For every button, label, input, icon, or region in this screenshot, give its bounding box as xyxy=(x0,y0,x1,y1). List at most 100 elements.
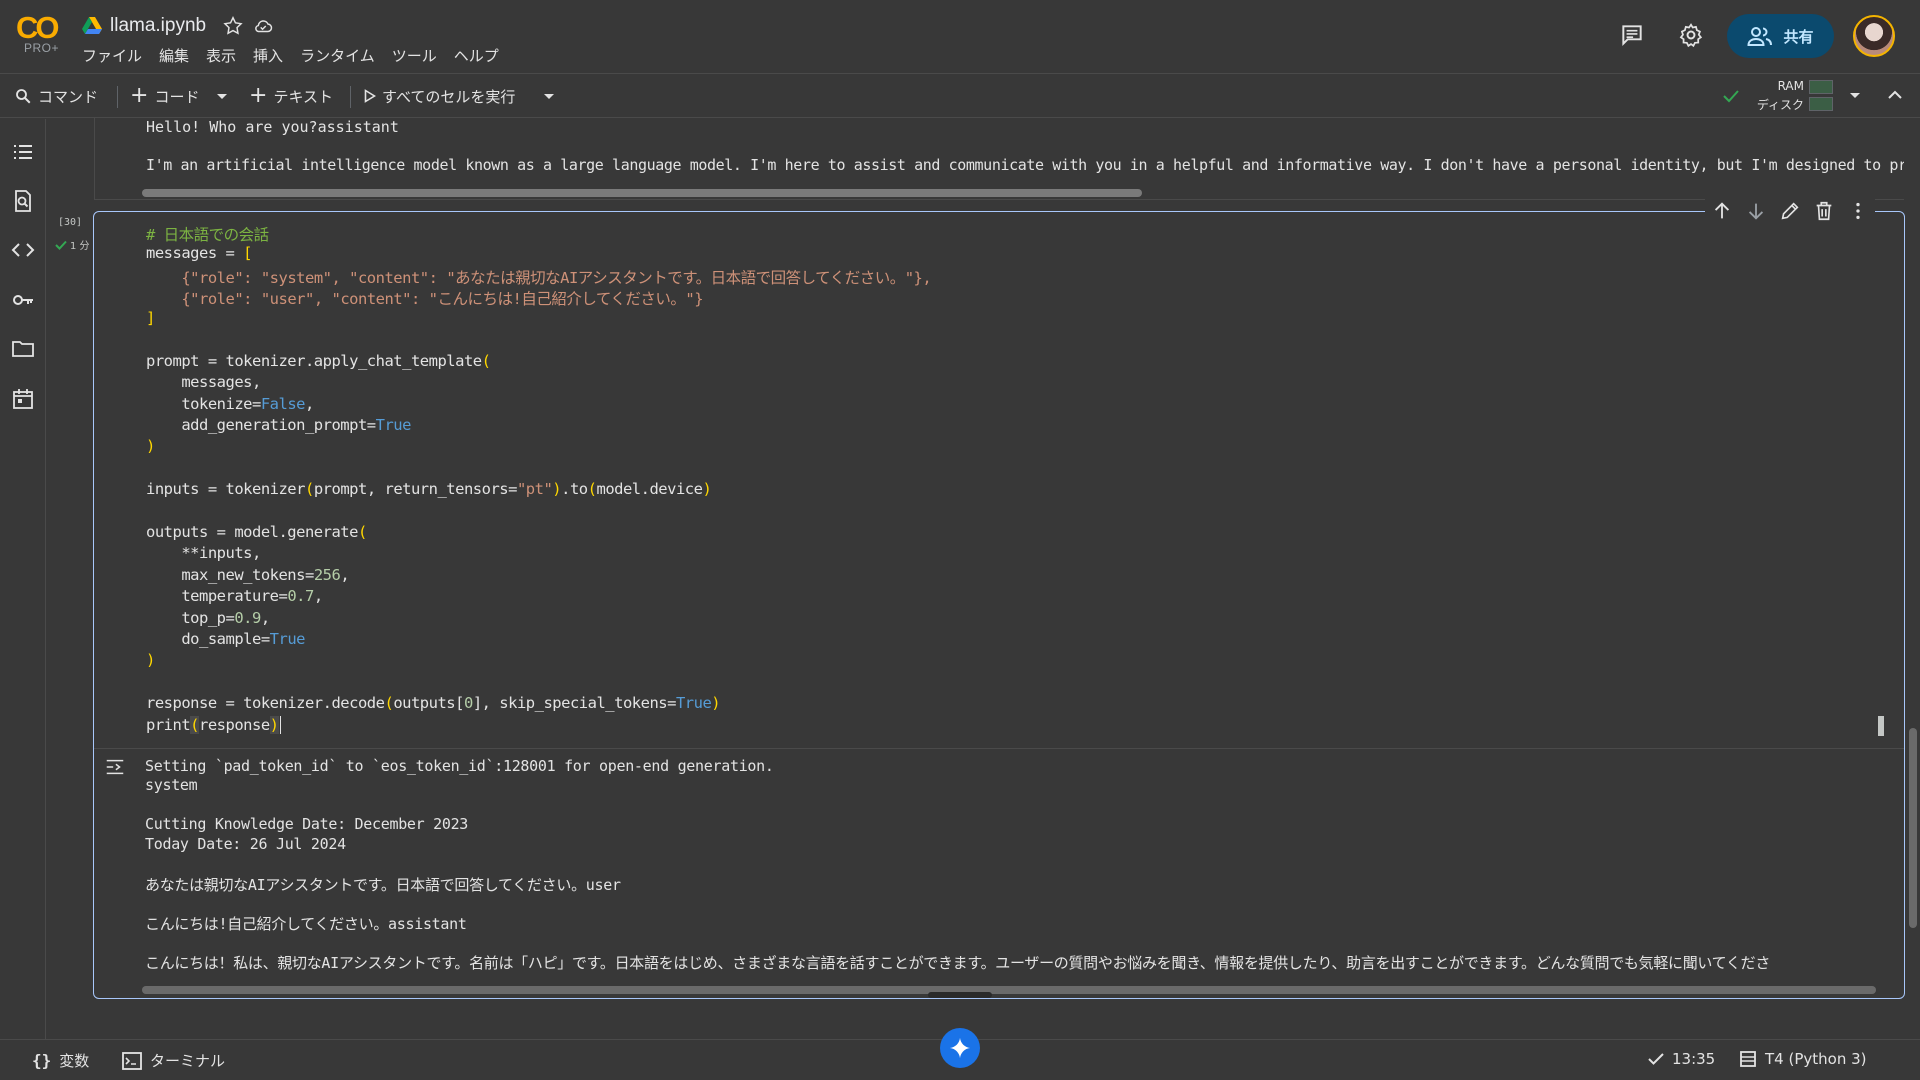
disk-usage-bar xyxy=(1809,97,1833,111)
variables-button[interactable]: {} 変数 xyxy=(32,1050,89,1071)
files-folder-icon[interactable] xyxy=(11,337,35,361)
edit-pen-icon[interactable] xyxy=(1779,200,1801,222)
code-line: messages = [ xyxy=(146,244,252,262)
runtime-label: T4 (Python 3) xyxy=(1765,1050,1867,1068)
play-icon xyxy=(364,89,376,103)
code-line: ) xyxy=(146,651,155,669)
time-label: 13:35 xyxy=(1672,1050,1716,1068)
plus-icon: + xyxy=(249,83,268,108)
notebook-toolbar: コマンド + コード + テキスト すべてのセルを実行 RAM ディスク xyxy=(0,73,1920,118)
menu-file[interactable]: ファイル xyxy=(82,45,151,66)
logo-plan-label: PRO+ xyxy=(24,41,60,55)
move-cell-down-icon[interactable] xyxy=(1745,200,1767,222)
output-line: あなたは親切なAIアシスタントです。日本語で回答してください。user xyxy=(145,876,621,894)
scrollbar-thumb[interactable] xyxy=(142,189,1142,197)
terminal-label: ターミナル xyxy=(150,1052,226,1070)
code-line: {"role": "system", "content": "あなたは親切なAI… xyxy=(146,269,932,287)
menu-edit[interactable]: 編集 xyxy=(159,45,198,66)
menu-help[interactable]: ヘルプ xyxy=(454,45,508,66)
chevron-down-icon[interactable] xyxy=(216,92,228,102)
menu-bar: ファイル 編集 表示 挿入 ランタイム ツール ヘルプ xyxy=(82,45,516,66)
secrets-key-icon[interactable] xyxy=(11,288,35,312)
more-options-icon[interactable] xyxy=(1847,200,1869,222)
user-avatar[interactable] xyxy=(1853,15,1895,57)
runtime-info[interactable]: T4 (Python 3) xyxy=(1739,1050,1866,1068)
output-horizontal-scrollbar[interactable] xyxy=(142,986,1876,994)
server-icon xyxy=(1740,1051,1756,1067)
code-line: response = tokenizer.decode(outputs[0], … xyxy=(146,694,721,712)
text-label: テキスト xyxy=(273,87,333,106)
code-line: print(response) xyxy=(146,716,281,734)
menu-view[interactable]: 表示 xyxy=(206,45,245,66)
people-icon xyxy=(1747,27,1773,46)
calendar-schedule-icon[interactable] xyxy=(11,387,35,411)
code-line: top_p=0.9, xyxy=(146,609,270,627)
horizontal-scrollbar[interactable] xyxy=(142,189,1142,197)
code-snippets-icon[interactable] xyxy=(11,238,35,262)
code-line: ] xyxy=(146,309,155,327)
output-actions-icon[interactable] xyxy=(104,756,126,778)
run-all-label: すべてのセルを実行 xyxy=(382,87,516,106)
execution-count: [30] xyxy=(58,217,83,228)
comment-icon[interactable] xyxy=(1619,22,1645,48)
share-label: 共有 xyxy=(1783,27,1814,46)
output-line: Cutting Knowledge Date: December 2023 xyxy=(145,815,469,833)
last-run-time[interactable]: 13:35 xyxy=(1648,1050,1715,1068)
output-line: system xyxy=(145,776,198,794)
chevron-down-icon[interactable] xyxy=(1849,91,1861,101)
left-sidebar xyxy=(0,119,46,1039)
check-icon xyxy=(55,240,67,250)
share-button[interactable]: 共有 xyxy=(1727,14,1834,58)
toolbar-divider xyxy=(117,86,118,108)
output-line: Today Date: 26 Jul 2024 xyxy=(145,835,346,853)
run-all-button[interactable]: すべてのセルを実行 xyxy=(364,84,515,108)
command-palette-button[interactable]: コマンド xyxy=(14,84,98,108)
output-line: Setting `pad_token_id` to `eos_token_id`… xyxy=(145,757,774,775)
code-line: ) xyxy=(146,437,155,455)
delete-trash-icon[interactable] xyxy=(1813,200,1835,222)
gemini-assistant-button[interactable] xyxy=(940,1028,980,1068)
doc-title-row: llama.ipynb xyxy=(82,13,274,39)
find-replace-icon[interactable] xyxy=(11,189,35,213)
settings-gear-icon[interactable] xyxy=(1678,22,1704,48)
add-text-cell-button[interactable]: + テキスト xyxy=(249,84,333,108)
previous-cell-output: Hello! Who are you?assistant I'm an arti… xyxy=(94,118,1904,200)
search-icon xyxy=(16,89,31,104)
code-line: tokenize=False, xyxy=(146,395,314,413)
menu-tools[interactable]: ツール xyxy=(392,45,446,66)
code-line: {"role": "user", "content": "こんにちは!自己紹介し… xyxy=(146,290,704,308)
notebook-title[interactable]: llama.ipynb xyxy=(110,15,206,37)
code-editor[interactable]: # 日本語での会話 messages = [ {"role": "system"… xyxy=(96,221,1886,748)
execution-time: 1 分 xyxy=(70,241,90,252)
code-line: add_generation_prompt=True xyxy=(146,416,411,434)
variables-label: 変数 xyxy=(59,1052,90,1070)
check-icon xyxy=(1648,1053,1664,1065)
chevron-down-icon[interactable] xyxy=(543,92,555,102)
cell-resize-handle[interactable] xyxy=(928,992,992,998)
code-label: コード xyxy=(154,87,200,106)
menu-insert[interactable]: 挿入 xyxy=(253,45,292,66)
star-icon[interactable] xyxy=(222,15,244,37)
terminal-button[interactable]: ターミナル xyxy=(122,1050,225,1071)
page-vertical-scrollbar[interactable] xyxy=(1909,728,1917,928)
output-line: Hello! Who are you?assistant xyxy=(146,118,399,136)
execution-status: 1 分 xyxy=(55,237,90,252)
menu-runtime[interactable]: ランタイム xyxy=(300,45,384,66)
move-cell-up-icon[interactable] xyxy=(1711,200,1733,222)
cloud-saved-icon[interactable] xyxy=(252,15,274,37)
command-label: コマンド xyxy=(38,87,99,106)
code-line: # 日本語での会話 xyxy=(146,226,269,244)
code-line: do_sample=True xyxy=(146,630,305,648)
code-line: **inputs, xyxy=(146,544,261,562)
code-line: temperature=0.7, xyxy=(146,587,323,605)
ram-label: RAM xyxy=(1777,79,1804,93)
scrollbar-thumb[interactable] xyxy=(142,986,1876,994)
table-of-contents-icon[interactable] xyxy=(11,140,35,164)
output-line: こんにちは！私は、親切なAIアシスタントです。名前は「ハピ」です。日本語をはじめ… xyxy=(145,954,1771,972)
code-line: outputs = model.generate( xyxy=(146,523,367,541)
ram-usage-bar xyxy=(1809,80,1833,94)
code-line: max_new_tokens=256, xyxy=(146,566,350,584)
add-code-cell-button[interactable]: + コード xyxy=(130,84,199,108)
chevron-up-icon[interactable] xyxy=(1887,88,1903,102)
top-header: CO PRO+ llama.ipynb ファイル 編集 表示 挿入 ランタイム … xyxy=(0,0,1920,72)
